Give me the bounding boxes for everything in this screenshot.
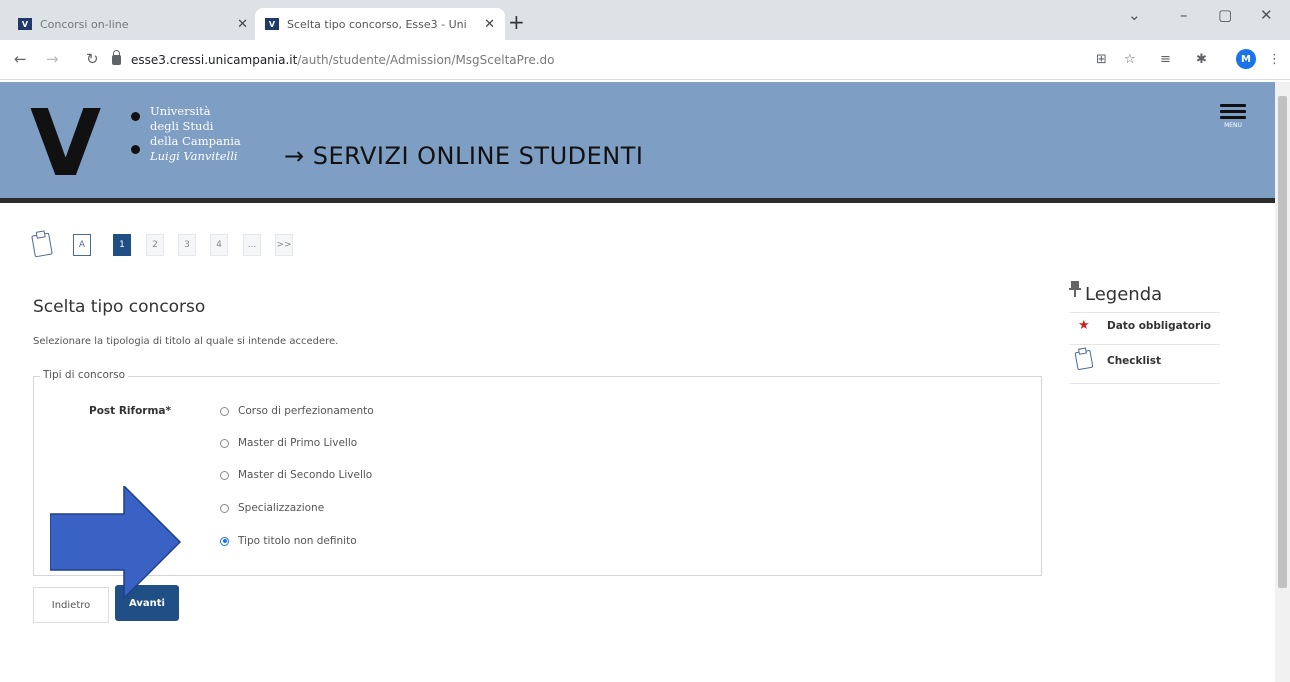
tab-title: Concorsi on-line <box>40 17 129 31</box>
logo-line-2: degli Studi <box>150 119 214 133</box>
hamburger-menu-button[interactable]: MENU <box>1220 104 1246 129</box>
logo-dot-bottom <box>131 145 140 154</box>
radio-button[interactable] <box>220 438 229 448</box>
option-master-secondo-livello[interactable]: Master di Secondo Livello <box>220 469 372 481</box>
radio-button[interactable] <box>220 470 229 480</box>
step-a[interactable]: A <box>73 234 91 256</box>
reload-icon[interactable]: ↻ <box>86 50 99 68</box>
header-divider <box>0 198 1275 203</box>
more-menu-icon[interactable]: ⋮ <box>1268 52 1281 67</box>
back-arrow-icon[interactable]: ← <box>14 50 27 68</box>
site-favicon-icon: V <box>18 18 32 30</box>
browser-tab-scelta[interactable]: V Scelta tipo concorso, Esse3 - Uni ✕ <box>255 8 505 40</box>
menu-label: MENU <box>1224 122 1242 129</box>
step-4[interactable]: 4 <box>210 234 228 256</box>
bookmark-star-icon[interactable]: ☆ <box>1124 52 1136 67</box>
radio-button-selected[interactable] <box>220 536 229 546</box>
new-tab-plus-icon[interactable]: + <box>508 10 525 34</box>
lock-icon <box>112 50 121 65</box>
extensions-puzzle-icon[interactable]: ✱ <box>1196 52 1207 67</box>
tab-close-icon[interactable]: ✕ <box>484 17 495 32</box>
logo-dot-top <box>131 112 140 121</box>
logo-line-3: della Campania <box>150 134 241 148</box>
post-riforma-label: Post Riforma* <box>89 405 171 417</box>
menu-bar <box>1220 110 1246 113</box>
url-path: /auth/studente/Admission/MsgSceltaPre.do <box>297 53 555 67</box>
option-label: Specializzazione <box>238 502 325 514</box>
browser-tab-concorsi[interactable]: V Concorsi on-line ✕ <box>8 8 258 40</box>
profile-avatar[interactable]: M <box>1236 49 1256 69</box>
logo-line-1: Università <box>150 104 211 118</box>
legend-divider <box>1070 344 1220 345</box>
tab-close-icon[interactable]: ✕ <box>237 17 248 32</box>
menu-bar <box>1220 116 1246 119</box>
translate-icon[interactable]: ⊞ <box>1096 52 1107 67</box>
address-bar[interactable]: esse3.cressi.unicampania.it/auth/student… <box>112 47 1052 73</box>
maximize-icon[interactable]: ▢ <box>1218 6 1232 24</box>
site-favicon-icon: V <box>265 18 279 30</box>
legend-required: Dato obbligatorio <box>1107 320 1211 332</box>
forward-arrow-icon[interactable]: → <box>46 50 59 68</box>
window-close-icon[interactable]: ✕ <box>1260 6 1273 24</box>
university-name: Università degli Studi della Campania Lu… <box>150 104 241 164</box>
university-logo-v[interactable]: V <box>30 98 101 190</box>
option-master-primo-livello[interactable]: Master di Primo Livello <box>220 437 357 449</box>
option-label: Tipo titolo non definito <box>238 535 357 547</box>
step-1[interactable]: 1 <box>113 234 131 256</box>
checklist-icon <box>1074 349 1094 371</box>
checklist-icon[interactable] <box>31 232 53 258</box>
step-ellipsis[interactable]: ... <box>243 234 261 256</box>
url-domain: esse3.cressi.unicampania.it <box>131 53 298 67</box>
legend-title: Legenda <box>1085 284 1163 305</box>
site-title: → SERVIZI ONLINE STUDENTI <box>284 142 644 170</box>
step-2[interactable]: 2 <box>146 234 164 256</box>
option-tipo-non-definito[interactable]: Tipo titolo non definito <box>220 535 357 547</box>
option-label: Master di Secondo Livello <box>238 469 373 481</box>
step-3[interactable]: 3 <box>178 234 196 256</box>
fieldset-legend: Tipi di concorso <box>40 369 129 381</box>
step-next[interactable]: >> <box>275 234 293 256</box>
minimize-icon[interactable]: – <box>1180 6 1188 24</box>
intro-text: Selezionare la tipologia di titolo al qu… <box>33 336 339 347</box>
annotation-arrow-icon <box>50 486 182 598</box>
logo-line-4: Luigi Vanvitelli <box>150 149 238 163</box>
menu-bar <box>1220 104 1246 107</box>
star-icon: ★ <box>1078 318 1090 333</box>
option-label: Corso di perfezionamento <box>238 405 374 417</box>
scrollbar-thumb[interactable] <box>1278 96 1287 588</box>
legend-divider <box>1070 383 1220 384</box>
radio-button[interactable] <box>220 503 229 513</box>
pin-icon <box>1069 281 1081 297</box>
tab-search-chevron-icon[interactable]: ⌄ <box>1128 6 1141 24</box>
option-label: Master di Primo Livello <box>238 437 358 449</box>
option-corso-perfezionamento[interactable]: Corso di perfezionamento <box>220 405 374 417</box>
legend-divider <box>1070 312 1220 313</box>
reading-list-icon[interactable]: ≡ <box>1160 52 1171 67</box>
tab-title: Scelta tipo concorso, Esse3 - Uni <box>287 17 467 31</box>
competition-types-fieldset <box>33 376 1042 576</box>
legend-checklist: Checklist <box>1107 355 1161 367</box>
page-title: Scelta tipo concorso <box>33 297 206 317</box>
radio-button[interactable] <box>220 406 229 416</box>
option-specializzazione[interactable]: Specializzazione <box>220 502 324 514</box>
